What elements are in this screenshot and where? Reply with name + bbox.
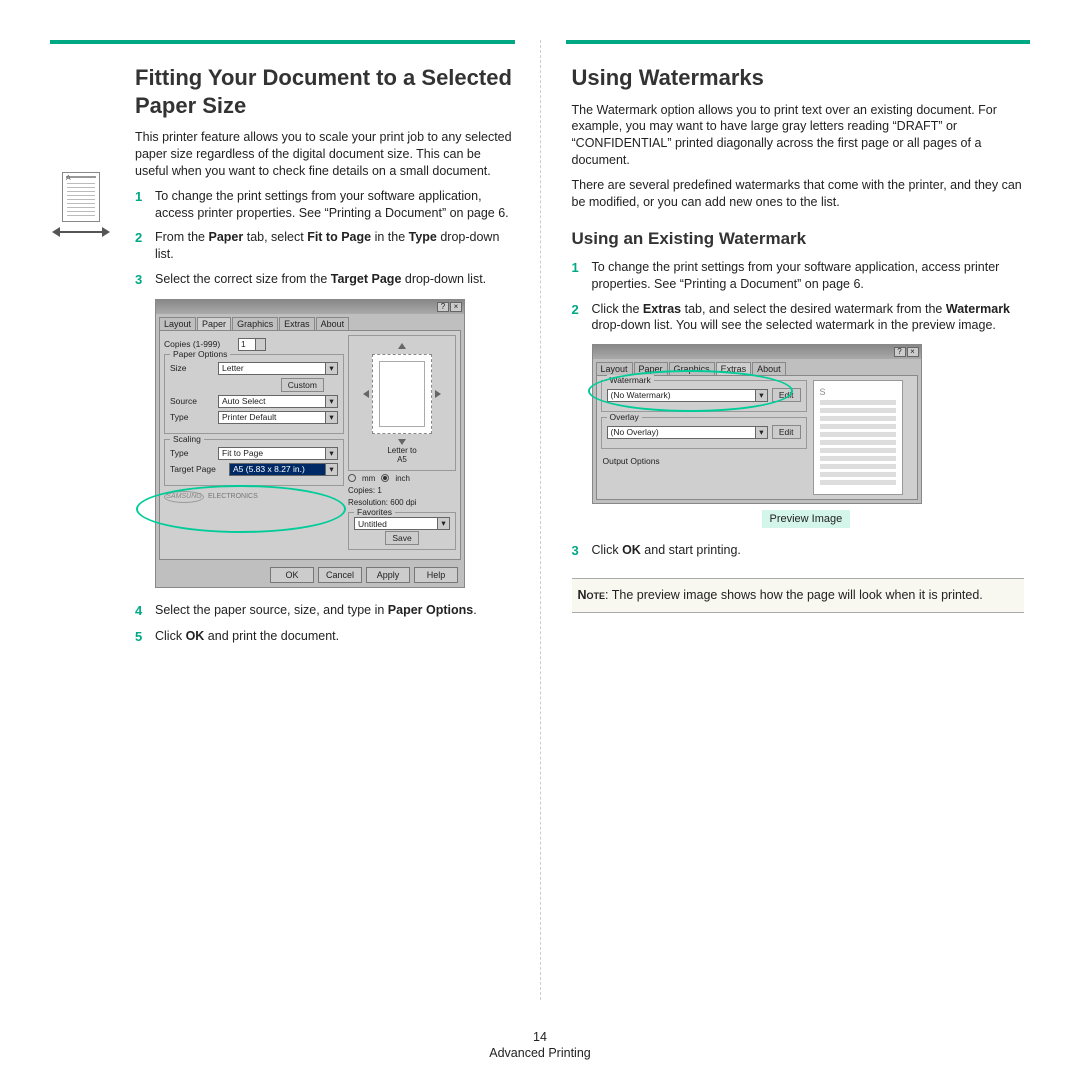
tab-extras[interactable]: Extras	[279, 317, 315, 330]
overlay-combo[interactable]: (No Overlay)▾	[607, 426, 768, 439]
paper-dialog: ? × Layout Paper Graphics Extras About C…	[155, 299, 465, 589]
watermark-edit-button[interactable]: Edit	[772, 388, 801, 402]
watermark-preview: S	[813, 380, 903, 495]
scaling-group: Scaling	[170, 434, 204, 444]
scaletype-combo[interactable]: Fit to Page▾	[218, 447, 338, 460]
close-icon[interactable]: ×	[450, 302, 462, 312]
source-combo[interactable]: Auto Select▾	[218, 395, 338, 408]
tab2-layout[interactable]: Layout	[596, 362, 633, 375]
dialog2-titlebar: ? ×	[593, 345, 921, 359]
tab2-graphics[interactable]: Graphics	[669, 362, 715, 375]
right-step-3: Click OK and start printing.	[592, 542, 1025, 560]
favorites-combo[interactable]: Untitled▾	[354, 517, 450, 530]
tab2-extras[interactable]: Extras	[716, 362, 752, 375]
papertype-combo[interactable]: Printer Default▾	[218, 411, 338, 424]
right-p1: The Watermark option allows you to print…	[572, 102, 1025, 170]
brand-logo: SAMSUNG	[164, 491, 204, 503]
copies-spinner[interactable]: 1	[238, 338, 266, 351]
watermark-combo[interactable]: (No Watermark)▾	[607, 389, 768, 402]
overlay-edit-button[interactable]: Edit	[772, 425, 801, 439]
tab-graphics[interactable]: Graphics	[232, 317, 278, 330]
help-button[interactable]: Help	[414, 567, 458, 583]
help-icon[interactable]: ?	[894, 347, 906, 357]
ok-button[interactable]: OK	[270, 567, 314, 583]
dialog-titlebar: ? ×	[156, 300, 464, 314]
left-step-1: To change the print settings from your s…	[155, 188, 515, 222]
right-step-2: Click the Extras tab, and select the des…	[592, 301, 1025, 335]
size-combo[interactable]: Letter▾	[218, 362, 338, 375]
targetpage-combo[interactable]: A5 (5.83 x 8.27 in.)▾	[229, 463, 338, 476]
custom-button[interactable]: Custom	[281, 378, 324, 392]
right-heading: Using Watermarks	[572, 64, 1025, 92]
tab-about[interactable]: About	[316, 317, 350, 330]
left-heading: Fitting Your Document to a Selected Pape…	[135, 64, 515, 119]
left-step-4: Select the paper source, size, and type …	[155, 602, 515, 620]
right-subheading: Using an Existing Watermark	[572, 229, 1025, 249]
apply-button[interactable]: Apply	[366, 567, 410, 583]
preview-panel: Letter to A5	[348, 335, 456, 471]
tab-layout[interactable]: Layout	[159, 317, 196, 330]
tab2-about[interactable]: About	[752, 362, 786, 375]
tab-paper[interactable]: Paper	[197, 317, 231, 330]
tab2-paper[interactable]: Paper	[634, 362, 668, 375]
copies-label: Copies (1-999)	[164, 339, 234, 349]
extras-dialog: ? × Layout Paper Graphics Extras About W…	[592, 344, 922, 504]
page-footer: 14 Advanced Printing	[0, 1030, 1080, 1060]
column-divider	[540, 40, 541, 1000]
right-step-1: To change the print settings from your s…	[592, 259, 1025, 293]
left-step-5: Click OK and print the document.	[155, 628, 515, 646]
paper-options-group: Paper Options	[170, 349, 230, 359]
preview-image-label: Preview Image	[762, 510, 851, 528]
left-intro: This printer feature allows you to scale…	[135, 129, 515, 180]
fit-to-page-icon: A	[50, 172, 120, 262]
output-options-label: Output Options	[601, 454, 807, 466]
save-button[interactable]: Save	[385, 531, 418, 545]
right-p2: There are several predefined watermarks …	[572, 177, 1025, 211]
left-step-3: Select the correct size from the Target …	[155, 271, 515, 289]
help-icon[interactable]: ?	[437, 302, 449, 312]
cancel-button[interactable]: Cancel	[318, 567, 362, 583]
left-step-2: From the Paper tab, select Fit to Page i…	[155, 229, 515, 263]
note-box: Note: The preview image shows how the pa…	[572, 578, 1025, 613]
close-icon[interactable]: ×	[907, 347, 919, 357]
